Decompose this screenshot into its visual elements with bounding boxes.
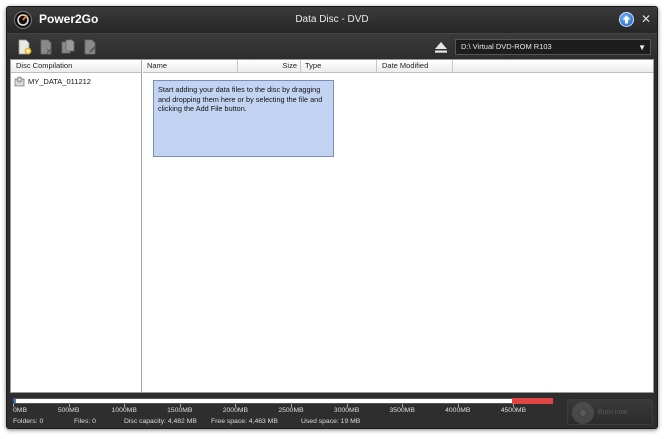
status-area: 0MB 500MB 1000MB 1500MB 2000MB 2500MB 3000MB 35… — [7, 393, 657, 428]
files-count: Files: 0 — [74, 418, 96, 425]
burn-button-label: Burn now — [598, 409, 628, 416]
upgrade-arrow-icon[interactable] — [619, 12, 634, 27]
capacity-over-limit-segment — [512, 398, 553, 404]
disc-capacity: Disc capacity: 4,482 MB — [124, 418, 197, 425]
tree-item[interactable]: MY_DATA_011212 — [14, 76, 134, 88]
disc-compilation-header: Disc Compilation — [11, 60, 141, 73]
app-name: Power2Go — [39, 12, 99, 26]
title-bar: Power2Go Data Disc - DVD ✕ — [7, 7, 657, 33]
add-file-icon[interactable] — [16, 39, 32, 55]
capacity-tick-label: 0MB — [13, 407, 27, 414]
copy-icon[interactable] — [60, 39, 76, 55]
chevron-down-icon[interactable]: ▼ — [638, 41, 646, 55]
window-title: Data Disc - DVD — [295, 14, 369, 25]
capacity-tick-label: 1500MB — [167, 407, 193, 414]
column-header-type[interactable]: Type — [301, 60, 377, 73]
capacity-tick-label: 3000MB — [333, 407, 360, 414]
power2go-logo-icon — [14, 11, 32, 29]
column-header-date-modified[interactable]: Date Modified — [377, 60, 453, 73]
edit-icon[interactable] — [82, 39, 98, 55]
capacity-tick-label: 500MB — [57, 407, 80, 414]
drive-select-value: D:\ Virtual DVD-ROM R103 — [461, 42, 552, 51]
close-icon[interactable]: ✕ — [639, 12, 653, 26]
drop-hint: Start adding your data files to the disc… — [153, 80, 334, 157]
free-space: Free space: 4,463 MB — [211, 418, 278, 425]
column-header-filler — [453, 60, 653, 73]
column-header-name[interactable]: Name — [143, 60, 238, 73]
delete-icon[interactable] — [38, 39, 54, 55]
main-content: Disc Compilation MY_DATA_011212 Name Siz… — [10, 59, 654, 393]
capacity-tick-label: 3500MB — [389, 407, 415, 414]
capacity-tick-label: 4000MB — [445, 407, 471, 414]
burn-button[interactable]: Burn now — [567, 399, 653, 425]
disc-compilation-pane: Disc Compilation MY_DATA_011212 — [11, 60, 142, 392]
tree-item-label: MY_DATA_011212 — [28, 77, 91, 86]
capacity-tick-label: 4500MB — [500, 407, 527, 414]
drive-select[interactable]: D:\ Virtual DVD-ROM R103 ▼ — [455, 39, 651, 55]
eject-icon[interactable] — [434, 40, 448, 54]
capacity-used-fill — [14, 399, 17, 403]
disc-folder-icon — [14, 76, 25, 87]
capacity-tick-label: 2000MB — [222, 407, 249, 414]
toolbar: D:\ Virtual DVD-ROM R103 ▼ — [7, 33, 657, 59]
file-list-pane[interactable]: Name Size Type Date Modified Start addin… — [143, 60, 653, 392]
used-space: Used space: 19 MB — [301, 418, 361, 425]
capacity-bar — [13, 398, 553, 404]
disc-burn-icon — [572, 402, 594, 424]
folders-count: Folders: 0 — [13, 418, 44, 425]
column-header-size[interactable]: Size — [238, 60, 301, 73]
capacity-tick-label: 1000MB — [111, 407, 137, 414]
app-window: Power2Go Data Disc - DVD ✕ D:\ Virtual D… — [6, 6, 658, 429]
capacity-tick-label: 2500MB — [278, 407, 304, 414]
